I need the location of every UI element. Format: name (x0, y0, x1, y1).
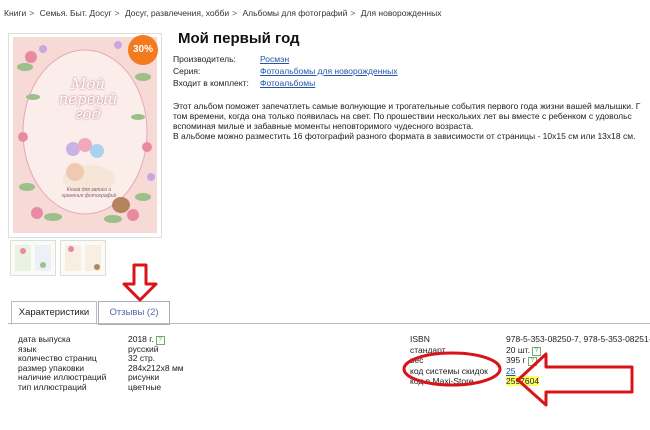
down-arrow-annotation-icon (122, 263, 158, 302)
char-label: ISBN (410, 334, 430, 344)
char-label: наличие иллюстраций (18, 372, 107, 383)
breadcrumb-separator: > (350, 8, 356, 18)
cover-floral-frame (17, 41, 155, 223)
description-line: В альбоме можно разместить 16 фотографий… (173, 131, 636, 141)
char-label: код в Maxi-Store (410, 376, 474, 386)
thumbnail-1[interactable] (10, 240, 56, 276)
discount-badge: 30% (128, 35, 158, 65)
char-value: 32 стр. (128, 353, 156, 364)
property-label: Производитель: (173, 54, 236, 64)
property-label: Серия: (173, 66, 201, 76)
char-label: размер упаковки (18, 362, 85, 373)
discount-code-link[interactable]: 25 (506, 366, 515, 376)
thumbnail-2[interactable] (60, 240, 106, 276)
char-value: рисунки (128, 372, 160, 383)
property-label: Входит в комплект: (173, 78, 249, 88)
product-title: Мой первый год (178, 30, 300, 47)
breadcrumb-separator: > (232, 8, 238, 18)
char-value: 20 шт.? (506, 345, 541, 356)
char-value: 395 г? (506, 355, 537, 366)
char-value: русский (128, 343, 159, 354)
breadcrumb: Книги > Семья. Быт. Досуг > Досуг, развлеч… (4, 8, 441, 18)
help-icon[interactable]: ? (527, 357, 537, 366)
breadcrumb-item-photo-albums[interactable]: Альбомы для фотографий (242, 8, 347, 18)
cover-artwork: Мой первый год Книга для записи и хранен… (13, 37, 157, 233)
thumbnail-1-image (15, 245, 51, 271)
set-link[interactable]: Фотоальбомы (260, 78, 315, 88)
cover-subtitle-text: Книга для записи и хранения фотографий (61, 187, 117, 199)
char-label: язык (18, 343, 37, 354)
tab-characteristics[interactable]: Характеристики (11, 301, 97, 325)
series-link[interactable]: Фотоальбомы для новорожденных (260, 66, 398, 76)
char-label: дата выпуска (18, 334, 71, 344)
char-label: вес (410, 355, 424, 365)
char-value-text: 20 шт. (506, 344, 530, 355)
char-value-text: 2018 г. (128, 334, 154, 344)
char-label: стандарт (410, 344, 446, 355)
description-line: Этот альбом поможет запечатлеть самые во… (173, 101, 641, 111)
manufacturer-link[interactable]: Росмэн (260, 54, 289, 64)
char-value: 284х212х8 мм (128, 362, 184, 373)
breadcrumb-separator: > (29, 8, 35, 18)
thumbnail-2-image (65, 245, 101, 271)
description-line: том времени, когда она только появилась … (173, 111, 632, 121)
tab-reviews[interactable]: Отзывы (2) (98, 301, 170, 325)
char-label: код системы скидок (410, 365, 488, 376)
char-value: цветные (128, 381, 162, 392)
breadcrumb-item-books[interactable]: Книги (4, 8, 26, 18)
char-label: количество страниц (18, 353, 97, 364)
product-description: Этот альбом поможет запечатлеть самые во… (173, 101, 650, 141)
cover-title-text: Мой первый год (58, 75, 118, 123)
char-label: тип иллюстраций (18, 381, 87, 392)
breadcrumb-item-family[interactable]: Семья. Быт. Досуг (40, 8, 112, 18)
breadcrumb-item-leisure[interactable]: Досуг, развлечения, хобби (125, 8, 229, 18)
breadcrumb-item-newborns[interactable]: Для новорожденных (361, 8, 442, 18)
char-value: 2597604 (506, 376, 540, 386)
description-line: вспоминая милые и забавные моменты непов… (173, 121, 474, 131)
char-value: 978-5-353-08250-7, 978-5-353-08251- (506, 334, 650, 344)
breadcrumb-separator: > (114, 8, 120, 18)
char-value-text: 395 г (506, 355, 526, 365)
